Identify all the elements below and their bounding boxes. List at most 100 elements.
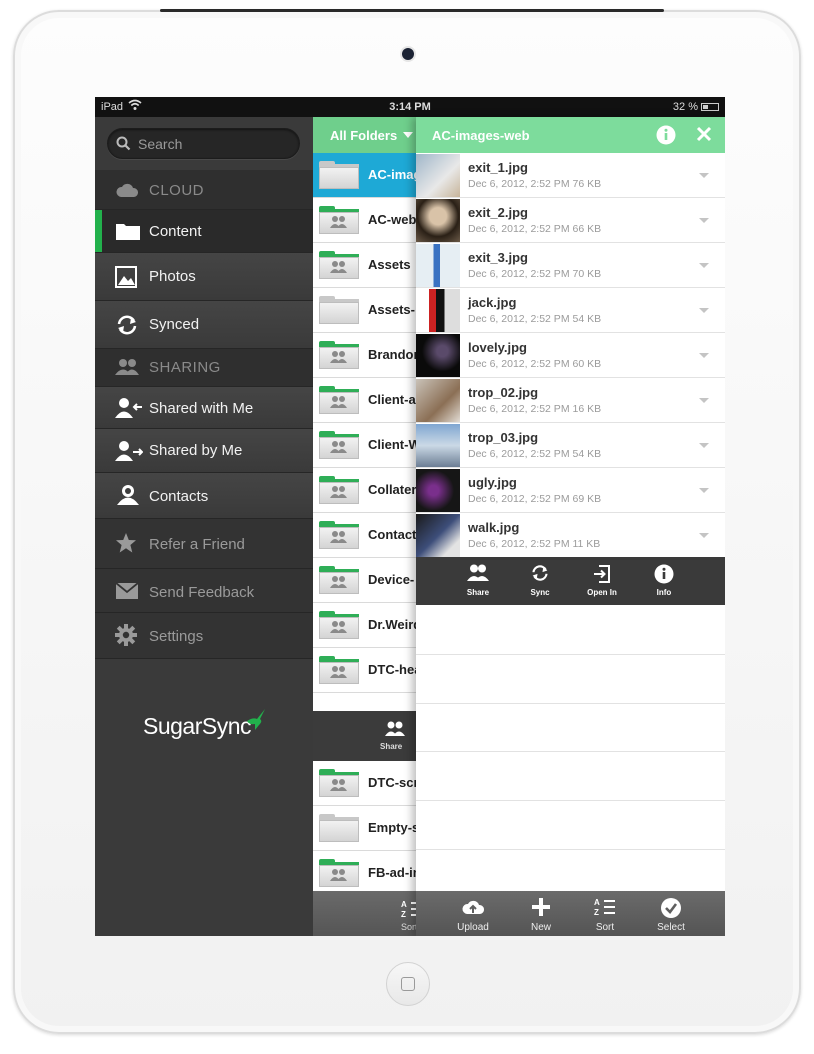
- folder-share-strip[interactable]: Share: [313, 711, 416, 761]
- info-button[interactable]: Info: [634, 557, 694, 605]
- image-thumbnail: [416, 154, 460, 197]
- new-button[interactable]: New: [509, 891, 573, 936]
- sidebar-item-settings[interactable]: Settings: [95, 613, 313, 659]
- sidebar-item-synced[interactable]: Synced: [95, 301, 313, 349]
- folder-row[interactable]: DTC-hea: [313, 648, 416, 693]
- folder-row[interactable]: Dr.Weird: [313, 603, 416, 648]
- sidebar-item-contacts[interactable]: Contacts: [95, 473, 313, 519]
- file-row[interactable]: trop_02.jpg Dec 6, 2012, 2:52 PM 16 KB: [416, 378, 725, 423]
- folder-name: Assets: [368, 257, 411, 272]
- sidebar-item-photos[interactable]: Photos: [95, 253, 313, 301]
- folder-name: Device-: [368, 572, 415, 587]
- folder-row[interactable]: Contact: [313, 513, 416, 558]
- person-outgoing-icon: [115, 440, 144, 467]
- chevron-down-icon[interactable]: [699, 173, 709, 178]
- divider: [416, 849, 725, 850]
- shared-folder-icon: [319, 769, 359, 797]
- file-row[interactable]: lovely.jpg Dec 6, 2012, 2:52 PM 60 KB: [416, 333, 725, 378]
- folder-row[interactable]: AC-images-web: [313, 153, 416, 198]
- front-camera: [402, 48, 414, 60]
- sort-button[interactable]: AZ Sort: [573, 891, 637, 936]
- upload-button[interactable]: Upload: [441, 891, 505, 936]
- file-row[interactable]: exit_1.jpg Dec 6, 2012, 2:52 PM 76 KB: [416, 153, 725, 198]
- home-button[interactable]: [386, 962, 430, 1006]
- sort-label: Sort: [595, 922, 615, 933]
- folder-name: Empty-s: [368, 820, 416, 835]
- file-row[interactable]: exit_3.jpg Dec 6, 2012, 2:52 PM 70 KB: [416, 243, 725, 288]
- divider: [416, 800, 725, 801]
- upload-label: Upload: [457, 922, 489, 933]
- sync-button[interactable]: Sync: [510, 557, 570, 605]
- search-input[interactable]: Search: [107, 128, 300, 159]
- cloud-icon: [115, 181, 139, 204]
- shared-folder-icon: [319, 521, 359, 549]
- info-icon[interactable]: [656, 125, 676, 150]
- share-people-icon: [448, 564, 508, 587]
- file-meta: Dec 6, 2012, 2:52 PM 54 KB: [468, 313, 602, 325]
- folder-name: Client-a: [368, 392, 416, 407]
- file-row[interactable]: jack.jpg Dec 6, 2012, 2:52 PM 54 KB: [416, 288, 725, 333]
- folder-row[interactable]: AC-web: [313, 198, 416, 243]
- all-folders-label: All Folders: [330, 128, 398, 143]
- section-sharing: SHARING: [95, 349, 313, 387]
- folder-row[interactable]: Client-a: [313, 378, 416, 423]
- contact-icon: [115, 484, 141, 511]
- chevron-down-icon[interactable]: [699, 398, 709, 403]
- folders-header[interactable]: All Folders: [313, 117, 416, 153]
- folder-name: Brandon: [368, 347, 416, 362]
- file-meta: Dec 6, 2012, 2:52 PM 16 KB: [468, 403, 602, 415]
- folder-row[interactable]: Collater: [313, 468, 416, 513]
- sidebar: Search CLOUD Content Photos Synced SHARI…: [95, 117, 313, 936]
- folder-row[interactable]: Device-: [313, 558, 416, 603]
- file-row[interactable]: trop_03.jpg Dec 6, 2012, 2:52 PM 54 KB: [416, 423, 725, 468]
- chevron-down-icon[interactable]: [699, 218, 709, 223]
- folder-row[interactable]: Brandon: [313, 333, 416, 378]
- folder-name: AC-images-web: [368, 167, 416, 182]
- sidebar-item-send-feedback[interactable]: Send Feedback: [95, 569, 313, 613]
- folder-icon: [319, 814, 359, 842]
- sync-label: Sync: [530, 588, 550, 597]
- sort-icon: AZ: [573, 897, 637, 922]
- chevron-down-icon[interactable]: [699, 488, 709, 493]
- status-bar: iPad 3:14 PM 32 %: [95, 97, 725, 117]
- divider: [416, 654, 725, 655]
- folder-row[interactable]: Empty-s: [313, 806, 416, 851]
- folder-list-panel: All Folders AC-images-web AC-web Assets Ass…: [313, 117, 416, 936]
- sidebar-item-shared-with-me[interactable]: Shared with Me: [95, 387, 313, 429]
- sidebar-item-label: Shared by Me: [149, 442, 243, 459]
- shared-folder-icon: [319, 206, 359, 234]
- folder-row[interactable]: Client-W: [313, 423, 416, 468]
- share-button[interactable]: Share: [448, 557, 508, 605]
- chevron-down-icon[interactable]: [699, 263, 709, 268]
- folder-row[interactable]: FB-ad-in: [313, 851, 416, 896]
- chevron-down-icon[interactable]: [699, 443, 709, 448]
- folder-name: DTC-scr: [368, 775, 416, 790]
- shared-folder-icon: [319, 476, 359, 504]
- folder-row[interactable]: Assets-: [313, 288, 416, 333]
- shared-folder-icon: [319, 611, 359, 639]
- file-name: trop_02.jpg: [468, 385, 539, 400]
- select-button[interactable]: Select: [639, 891, 703, 936]
- file-row[interactable]: walk.jpg Dec 6, 2012, 2:52 PM 11 KB: [416, 513, 725, 558]
- gear-icon: [115, 624, 137, 651]
- image-thumbnail: [416, 424, 460, 467]
- folder-row[interactable]: Assets: [313, 243, 416, 288]
- file-row[interactable]: ugly.jpg Dec 6, 2012, 2:52 PM 69 KB: [416, 468, 725, 513]
- file-row[interactable]: exit_2.jpg Dec 6, 2012, 2:52 PM 66 KB: [416, 198, 725, 243]
- select-label: Select: [657, 922, 685, 933]
- open-in-button[interactable]: Open In: [572, 557, 632, 605]
- sidebar-item-content[interactable]: Content: [95, 210, 313, 253]
- folder-row[interactable]: DTC-scr: [313, 761, 416, 806]
- close-icon[interactable]: [696, 126, 712, 147]
- photo-icon: [115, 266, 137, 293]
- sidebar-item-shared-by-me[interactable]: Shared by Me: [95, 429, 313, 473]
- sort-icon[interactable]: AZ: [401, 899, 416, 924]
- bottom-toolbar: Upload New AZ Sort Select: [416, 891, 725, 936]
- chevron-down-icon[interactable]: [699, 308, 709, 313]
- folder-detail-panel: AC-images-web exit_1.jpg Dec 6, 2012, 2:5…: [416, 117, 725, 936]
- chevron-down-icon[interactable]: [699, 533, 709, 538]
- sidebar-item-refer-friend[interactable]: Refer a Friend: [95, 519, 313, 569]
- svg-text:A: A: [401, 900, 407, 909]
- chevron-down-icon[interactable]: [699, 353, 709, 358]
- share-label: Share: [466, 588, 490, 597]
